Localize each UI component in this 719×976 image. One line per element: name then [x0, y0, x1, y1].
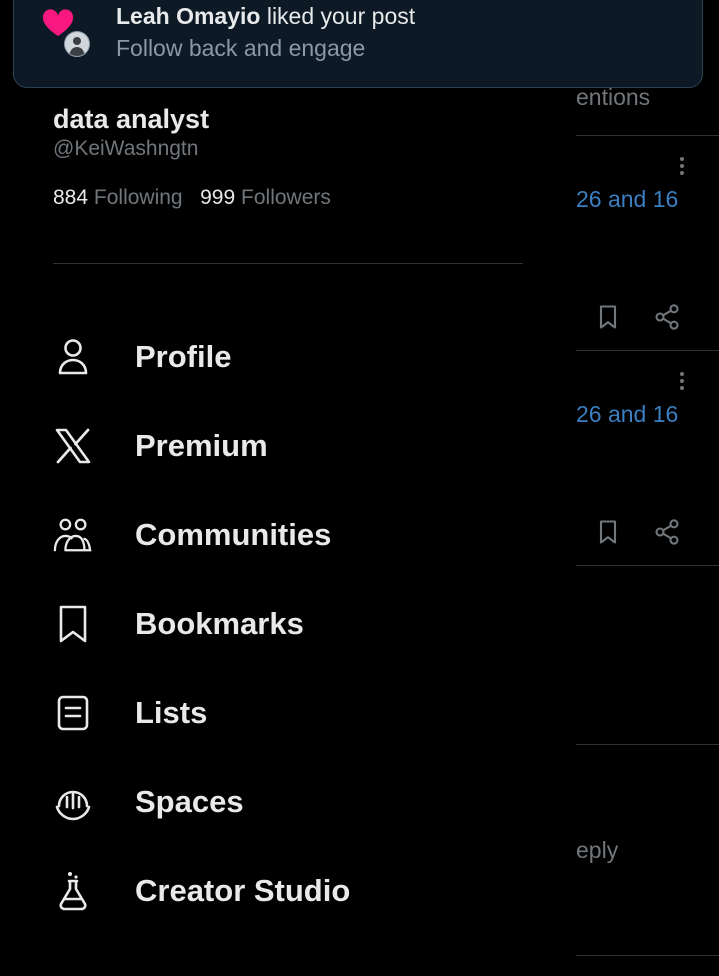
following-label: Following	[93, 186, 183, 209]
flask-icon	[53, 869, 93, 913]
followers-label: Followers	[241, 186, 331, 209]
following-count: 884	[53, 186, 89, 209]
menu-item-profile[interactable]: Profile	[53, 329, 231, 385]
following-link[interactable]: 884 Following	[53, 186, 183, 209]
list-icon	[53, 691, 93, 735]
menu-item-spaces[interactable]: Spaces	[53, 774, 244, 830]
feed-divider	[576, 350, 719, 351]
menu-item-label: Premium	[135, 428, 268, 463]
bookmark-icon[interactable]	[594, 518, 622, 546]
feed-divider	[576, 744, 719, 745]
spaces-icon	[53, 780, 93, 824]
profile-username[interactable]: @KeiWashngtn	[53, 137, 198, 161]
menu-item-label: Spaces	[135, 784, 244, 819]
menu-item-lists[interactable]: Lists	[53, 685, 207, 741]
communities-icon	[53, 513, 93, 557]
background-feed: entions 26 and 16 26 and 16 eply	[576, 0, 719, 976]
menu-item-label: Profile	[135, 339, 232, 374]
feed-tab-label[interactable]: entions	[576, 84, 650, 111]
notification-action: liked your post	[260, 3, 416, 29]
menu-item-label: Bookmarks	[135, 606, 304, 641]
notification-subtitle: Follow back and engage	[116, 35, 366, 61]
navigation-drawer: data analyst @KeiWashngtn 884 Following …	[0, 0, 576, 976]
feed-divider	[576, 955, 719, 956]
x-logo-icon	[53, 424, 93, 468]
notification-toast[interactable]: Leah Omayio liked your post Follow back …	[13, 0, 703, 88]
menu-item-label: Communities	[135, 517, 332, 552]
menu-item-creator-studio[interactable]: Creator Studio	[53, 863, 350, 919]
feed-post-text: 26 and 16	[576, 186, 679, 212]
menu-item-label: Lists	[135, 695, 208, 730]
notification-title: Leah Omayio liked your post	[116, 3, 415, 30]
menu-item-premium[interactable]: Premium	[53, 418, 268, 474]
more-options-icon[interactable]	[680, 157, 684, 178]
feed-divider	[576, 565, 719, 566]
feed-divider	[576, 135, 719, 136]
avatar	[64, 31, 90, 57]
menu-item-bookmarks[interactable]: Bookmarks	[53, 596, 304, 652]
bookmark-icon	[53, 602, 93, 646]
profile-stats: 884 Following 999 Followers	[53, 186, 331, 210]
notification-actor: Leah Omayio	[116, 3, 261, 29]
menu-item-label: Creator Studio	[135, 873, 351, 908]
more-options-icon[interactable]	[680, 372, 684, 393]
share-icon[interactable]	[653, 303, 681, 331]
feed-reply-text: eply	[576, 837, 619, 863]
feed-post-text: 26 and 16	[576, 401, 679, 427]
drawer-divider	[53, 263, 523, 264]
followers-link[interactable]: 999 Followers	[200, 186, 331, 209]
person-icon	[53, 335, 93, 379]
share-icon[interactable]	[653, 518, 681, 546]
menu-item-communities[interactable]: Communities	[53, 507, 331, 563]
profile-display-name[interactable]: data analyst	[53, 104, 209, 135]
followers-count: 999	[200, 186, 236, 209]
bookmark-icon[interactable]	[594, 303, 622, 331]
